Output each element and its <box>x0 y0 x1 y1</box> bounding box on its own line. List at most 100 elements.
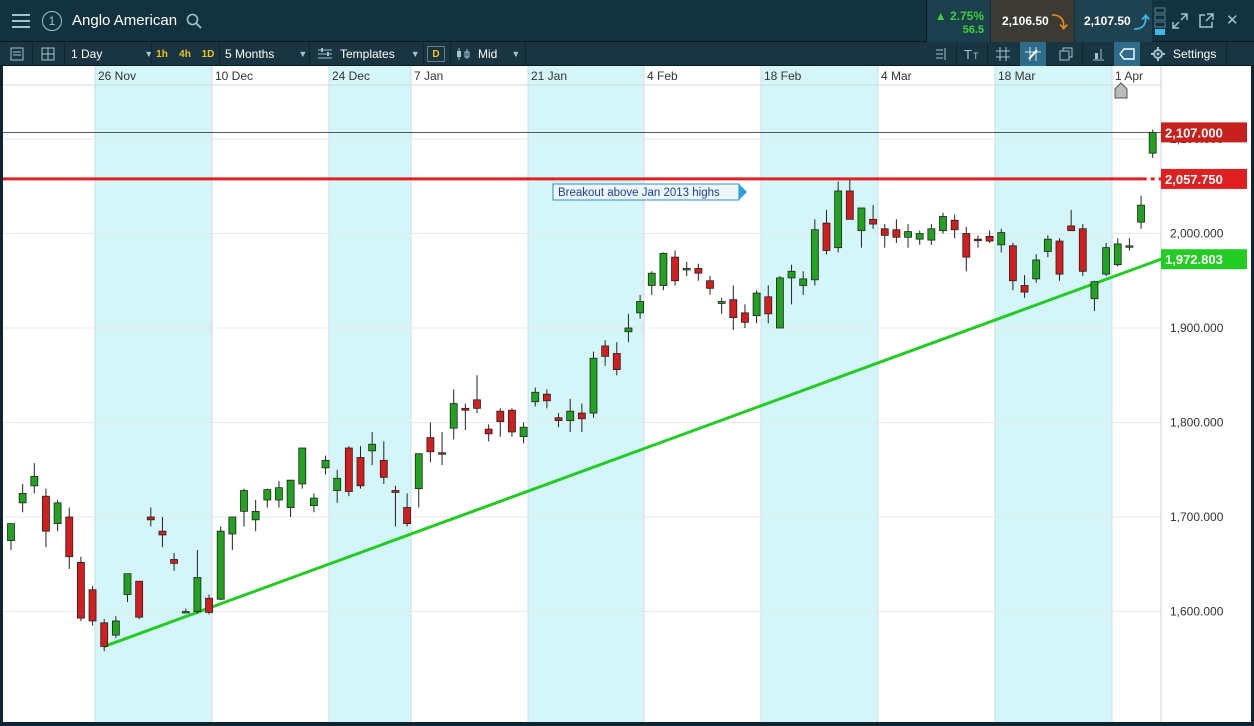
buy-button[interactable]: 2,107.50 ⤴ <box>1075 0 1152 42</box>
candle-up <box>799 278 808 286</box>
candle-down <box>379 459 388 478</box>
candle-up <box>1102 247 1110 275</box>
interval-select[interactable]: 1 Day ▼ <box>71 42 153 66</box>
candle-down <box>484 428 493 435</box>
settings-label: Settings <box>1173 47 1217 61</box>
change-percent: ▲ 2.75% <box>934 9 984 23</box>
templates-button[interactable]: Templates ▼ <box>318 42 420 66</box>
candle-down <box>741 312 749 323</box>
text-size-icon[interactable]: TT <box>959 42 985 66</box>
range-select[interactable]: 5 Months ▼ <box>225 42 307 66</box>
candle-down <box>77 561 85 619</box>
expand-icon[interactable] <box>1172 13 1188 34</box>
bar-chart-icon[interactable] <box>1085 42 1111 66</box>
search-icon[interactable] <box>186 13 202 34</box>
interval-1h[interactable]: 1h <box>155 46 169 62</box>
buy-price: 2,107.50 <box>1084 14 1131 28</box>
interval-4h[interactable]: 4h <box>177 46 193 62</box>
candle-down <box>706 280 714 289</box>
grid-icon[interactable] <box>990 42 1016 66</box>
candle-up <box>1113 243 1122 266</box>
candle-down <box>554 417 563 422</box>
grid-layout-icon[interactable] <box>35 42 61 66</box>
candle-up <box>193 577 202 612</box>
chevron-down-icon: ▼ <box>410 49 420 59</box>
interval-1d[interactable]: 1D <box>200 46 216 62</box>
candle-up <box>636 301 644 314</box>
shaded-period-1 <box>329 66 411 722</box>
candle-down <box>438 452 446 455</box>
candle-up <box>927 228 936 241</box>
resistance-label-text: 2,057.750 <box>1165 172 1223 187</box>
candle-up <box>682 268 691 271</box>
candle-down <box>764 296 773 315</box>
bottom-border <box>0 722 1254 726</box>
candle-up <box>939 216 947 232</box>
candle-up <box>123 573 132 595</box>
x-tick-label: 4 Mar <box>881 69 912 83</box>
candle-down <box>671 256 679 282</box>
popout-icon[interactable] <box>1198 13 1214 34</box>
x-tick-label: 18 Mar <box>998 69 1035 83</box>
instrument-header: 1 Anglo American ▲ 2.75% 56.5 2,106.50 ⤵… <box>0 0 1254 42</box>
candle-down <box>950 219 959 231</box>
candle-up <box>30 475 39 487</box>
x-tick-label: 21 Jan <box>531 69 567 83</box>
sell-button[interactable]: 2,106.50 ⤵ <box>991 0 1074 42</box>
buy-arrow-icon: ⤴ <box>1133 15 1150 32</box>
d-badge-button[interactable]: D <box>427 46 445 62</box>
candle-up <box>1090 281 1099 300</box>
copy-icon[interactable] <box>1053 42 1079 66</box>
candle-up <box>659 252 668 286</box>
settings-button[interactable]: Settings <box>1151 42 1216 66</box>
candle-down <box>601 345 610 357</box>
candle-down <box>1055 240 1064 275</box>
candle-up <box>857 207 866 232</box>
candle-up <box>286 479 295 508</box>
candle-down <box>391 490 400 493</box>
candle-down <box>100 622 109 647</box>
y-tick-label: 2,000.000 <box>1170 227 1224 241</box>
price-mode-select[interactable]: Mid ▼ <box>456 42 520 66</box>
candle-down <box>135 580 144 618</box>
candle-down <box>869 218 877 225</box>
candles-icon <box>457 48 470 60</box>
menu-icon[interactable] <box>8 6 34 36</box>
candle-up <box>776 277 784 329</box>
close-icon[interactable]: ✕ <box>1226 13 1239 29</box>
candle-down <box>892 229 901 238</box>
range-value: 5 Months <box>225 47 275 61</box>
candle-up <box>53 502 62 525</box>
sell-price: 2,106.50 <box>1002 14 1049 28</box>
tag-icon[interactable] <box>1114 42 1140 66</box>
crosshair-icon[interactable] <box>1020 42 1046 66</box>
y-tick-label: 1,600.000 <box>1170 605 1224 619</box>
price-chart[interactable]: 26 Nov 10 Dec 24 Dec 7 Jan 21 Jan 4 Feb 18 Feb… <box>3 66 1251 722</box>
candle-down <box>42 495 50 532</box>
candle-down <box>845 190 854 220</box>
instrument-number-badge[interactable]: 1 <box>40 6 64 36</box>
chart-canvas[interactable]: 26 Nov 10 Dec 24 Dec 7 Jan 21 Jan 4 Feb 18 Feb… <box>3 66 1251 722</box>
sell-arrow-icon: ⤵ <box>1051 15 1068 32</box>
x-tick-label: 26 Nov <box>98 69 136 83</box>
templates-label: Templates <box>340 47 395 61</box>
toolbar-more[interactable] <box>1228 42 1254 66</box>
candle-up <box>997 232 1006 246</box>
volume-icon[interactable] <box>1154 7 1166 37</box>
svg-text:T: T <box>964 47 972 61</box>
candle-down <box>170 559 179 564</box>
candle-down <box>612 353 621 370</box>
candle-up <box>216 530 225 600</box>
y-tick-label: 1,800.000 <box>1170 416 1224 430</box>
candle-up <box>263 489 272 501</box>
trading-chart-app: 1 Anglo American ▲ 2.75% 56.5 2,106.50 ⤵… <box>0 0 1254 726</box>
candle-down <box>577 412 586 420</box>
change-points: 56.5 <box>962 24 984 36</box>
candle-down <box>473 399 481 409</box>
instrument-title[interactable]: Anglo American <box>72 12 177 29</box>
candle-up <box>181 611 190 614</box>
candle-up <box>624 327 633 333</box>
layout-icon[interactable] <box>4 42 30 66</box>
scale-icon[interactable] <box>928 42 954 66</box>
candle-down <box>1009 245 1017 282</box>
